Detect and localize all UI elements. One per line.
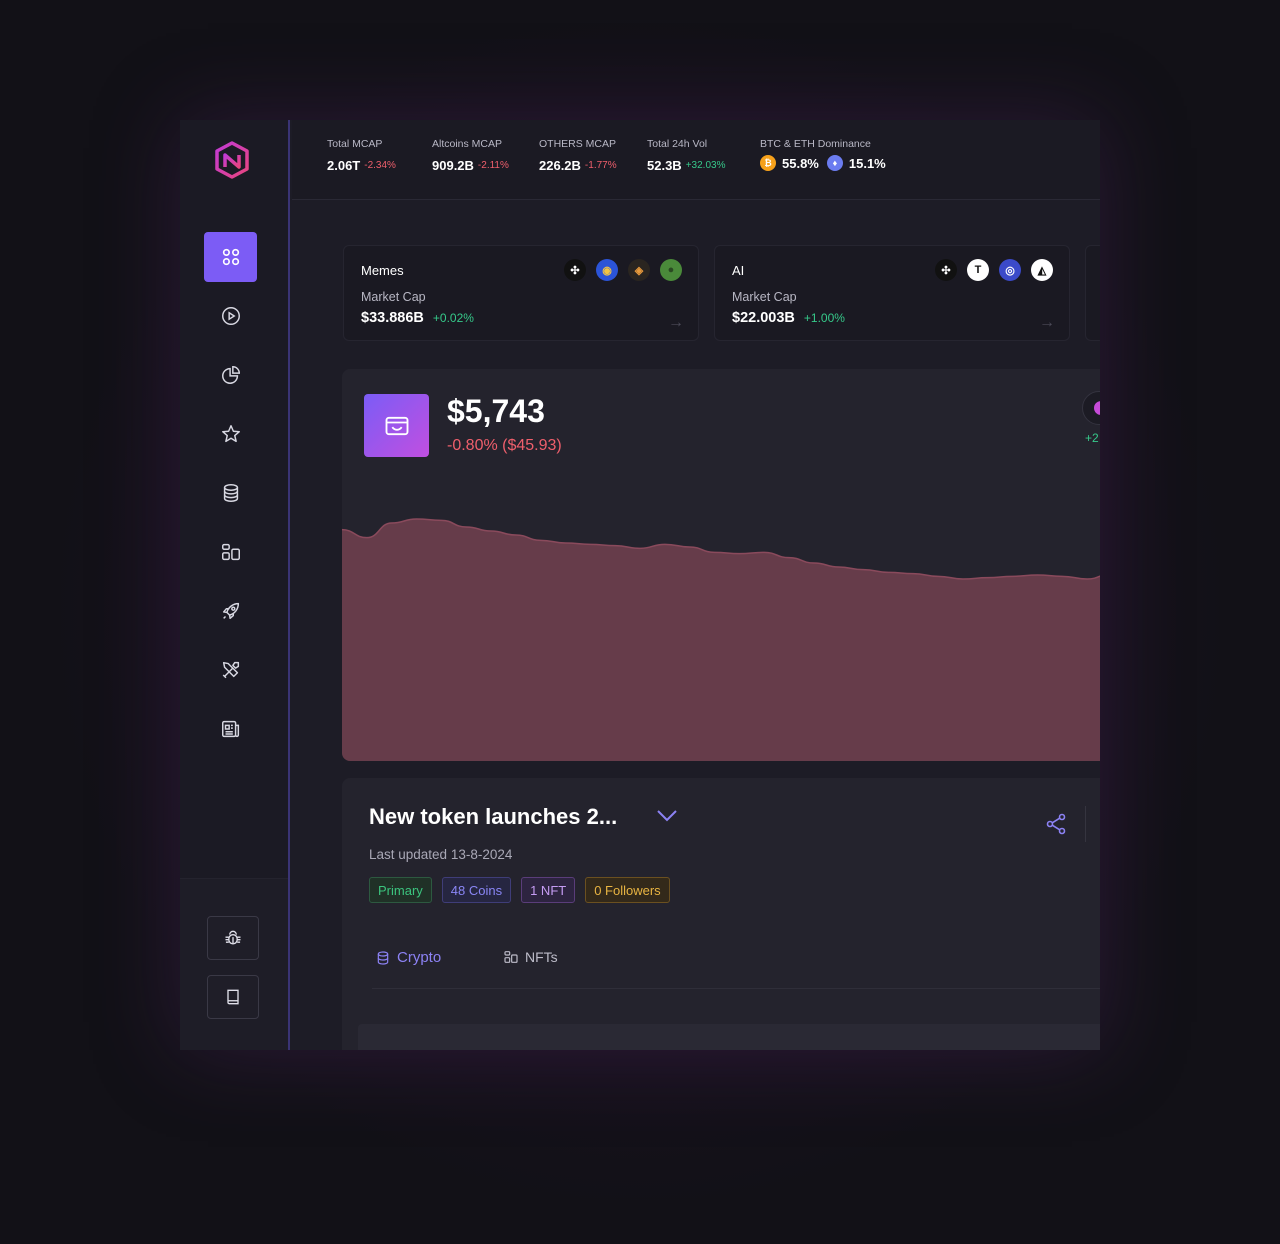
- chart-area: [342, 519, 1100, 761]
- stat-value: 909.2B: [432, 158, 474, 173]
- watchlist-panel: New token launches 2... Last updated 13-…: [342, 778, 1100, 1050]
- stat-change: -1.77%: [584, 160, 617, 171]
- sidebar-bottom: [180, 878, 288, 1050]
- book-icon: [227, 989, 239, 1005]
- stat-altcoins-mcap[interactable]: Altcoins MCAP 909.2B -2.11%: [432, 138, 509, 173]
- watchlist-tags: Primary 48 Coins 1 NFT 0 Followers: [369, 877, 680, 903]
- dashboard-icon: [222, 248, 239, 266]
- tag-coins[interactable]: 48 Coins: [441, 877, 512, 903]
- stat-change: -2.34%: [364, 160, 396, 171]
- coin-icon: ✣: [564, 259, 586, 281]
- watchlist-title[interactable]: New token launches 2...: [369, 804, 617, 830]
- stat-change: +32.03%: [685, 160, 726, 171]
- category-card-memes[interactable]: Memes ✣ ◉ ◈ ● Market Cap $33.886B +0.02%…: [343, 245, 699, 341]
- nft-icon: [504, 951, 518, 963]
- share-icon[interactable]: [1044, 812, 1068, 836]
- tab-label: NFTs: [525, 949, 558, 965]
- coin-icon: ◭: [1031, 259, 1053, 281]
- category-market-cap: $22.003B: [732, 310, 795, 326]
- star-icon: [221, 425, 240, 443]
- category-coin-icons: ✣ ◉ ◈ ●: [554, 259, 682, 281]
- stat-others-mcap[interactable]: OTHERS MCAP 226.2B -1.77%: [539, 138, 617, 173]
- play-icon: [221, 307, 240, 325]
- arrow-right-icon[interactable]: →: [1039, 314, 1055, 332]
- stat-label: OTHERS MCAP: [539, 138, 617, 150]
- stat-total-mcap[interactable]: Total MCAP 2.06T -2.34%: [327, 138, 396, 173]
- tag-followers[interactable]: 0 Followers: [585, 877, 670, 903]
- coin-icon: ✣: [935, 259, 957, 281]
- sidebar: [180, 120, 290, 1050]
- tag-nfts[interactable]: 1 NFT: [521, 877, 576, 903]
- brand-logo-icon[interactable]: [212, 140, 252, 180]
- category-sub-label: Market Cap: [361, 290, 426, 304]
- wallet-icon-box: [364, 394, 429, 457]
- category-coin-icons: ✣ T ◎ ◭: [925, 259, 1053, 281]
- portfolio-panel: $5,743 -0.80% ($45.93) +2: [342, 369, 1100, 761]
- watchlist-content: [358, 1024, 1100, 1050]
- stat-label: Total MCAP: [327, 138, 383, 150]
- nav-dashboard[interactable]: [204, 232, 257, 282]
- stat-total-volume[interactable]: Total 24h Vol 52.3B +32.03%: [647, 138, 725, 173]
- tab-nfts[interactable]: NFTs: [503, 949, 558, 965]
- report-bug-button[interactable]: [207, 916, 259, 960]
- header-divider: [1085, 806, 1086, 842]
- category-change: +1.00%: [803, 311, 845, 325]
- news-icon: [221, 720, 239, 738]
- nav-nfts[interactable]: [204, 527, 257, 577]
- coin-icon: ●: [660, 259, 682, 281]
- eth-dominance-value: 15.1%: [848, 155, 886, 171]
- last-updated: Last updated 13-8-2024: [369, 847, 513, 862]
- tab-divider: [372, 988, 1100, 989]
- database-icon: [377, 950, 389, 965]
- nav-watchlist[interactable]: [204, 409, 257, 459]
- tag-primary[interactable]: Primary: [369, 877, 432, 903]
- pie-chart-icon: [221, 366, 240, 384]
- nav-tools[interactable]: [204, 645, 257, 695]
- chevron-down-icon[interactable]: [655, 806, 679, 826]
- rocket-icon: [222, 602, 239, 620]
- stat-value: 52.3B: [647, 158, 682, 173]
- arrow-right-icon[interactable]: →: [668, 314, 684, 332]
- nft-icon: [221, 543, 240, 561]
- btc-dominance-value: 55.8%: [782, 155, 819, 171]
- category-name: Memes: [361, 263, 404, 278]
- category-sub-label: Market Cap: [732, 290, 797, 304]
- wallet-icon: [385, 416, 408, 435]
- database-icon: [223, 484, 238, 502]
- stat-label: BTC & ETH Dominance: [760, 138, 871, 150]
- category-card-next[interactable]: [1085, 245, 1100, 341]
- stat-dominance[interactable]: BTC & ETH Dominance ₿ 55.8% ♦ 15.1%: [760, 138, 886, 171]
- nav-news[interactable]: [204, 704, 257, 754]
- tab-label: Crypto: [397, 949, 442, 966]
- category-change: +0.02%: [432, 311, 474, 325]
- coin-icon: ◉: [596, 259, 618, 281]
- category-name: AI: [732, 263, 745, 278]
- stat-value: 2.06T: [327, 158, 361, 173]
- stat-label: Total 24h Vol: [647, 138, 708, 150]
- category-card-ai[interactable]: AI ✣ T ◎ ◭ Market Cap $22.003B +1.00% →: [714, 245, 1070, 341]
- market-stats-bar: Total MCAP 2.06T -2.34% Altcoins MCAP 90…: [292, 120, 1100, 200]
- asset-change: +2: [1085, 431, 1099, 445]
- coin-icon: ◎: [999, 259, 1021, 281]
- bug-icon: [225, 930, 241, 945]
- nav-coins[interactable]: [204, 468, 257, 518]
- docs-button[interactable]: [207, 975, 259, 1019]
- coin-icon: ◈: [628, 259, 650, 281]
- nav-launches[interactable]: [204, 586, 257, 636]
- nav-play[interactable]: [204, 291, 257, 341]
- tools-icon: [222, 661, 239, 679]
- ethereum-icon: ♦: [826, 155, 843, 171]
- stat-change: -2.11%: [477, 160, 509, 171]
- nav-portfolio[interactable]: [204, 350, 257, 400]
- coin-icon: T: [967, 259, 989, 281]
- app-window: Total MCAP 2.06T -2.34% Altcoins MCAP 90…: [180, 120, 1100, 1050]
- bitcoin-icon: ₿: [760, 155, 776, 171]
- tab-crypto[interactable]: Crypto: [375, 949, 441, 966]
- stat-label: Altcoins MCAP: [432, 138, 503, 150]
- portfolio-change: -0.80% ($45.93): [447, 437, 562, 454]
- portfolio-value: $5,743: [447, 393, 545, 429]
- stat-value: 226.2B: [539, 158, 581, 173]
- category-market-cap: $33.886B: [361, 310, 424, 326]
